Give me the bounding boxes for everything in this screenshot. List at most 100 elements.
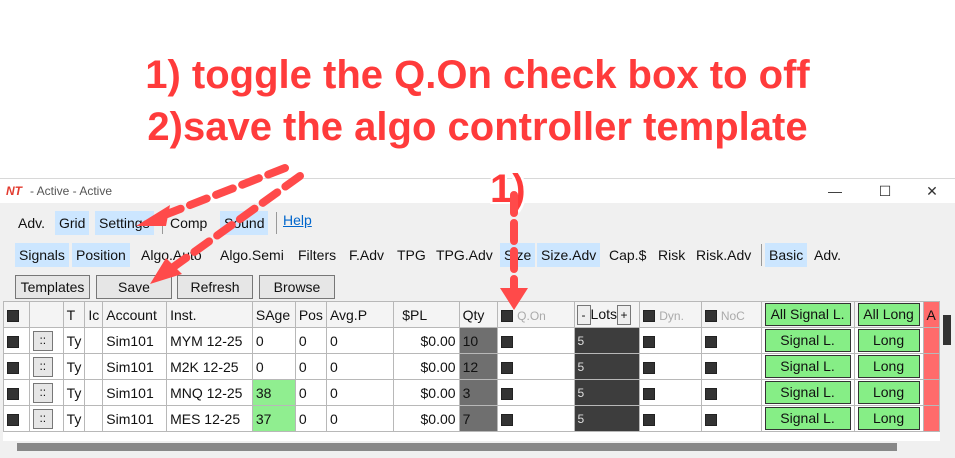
maximize-button[interactable]: ☐: [865, 180, 905, 202]
row-avg-p: 0: [325, 405, 395, 432]
dyn-all-checkbox[interactable]: [643, 309, 656, 322]
tab-algo-semi[interactable]: Algo.Semi: [216, 243, 288, 267]
row-lots-input[interactable]: 5: [573, 327, 641, 354]
tab-algo-auto[interactable]: Algo.Auto: [137, 243, 206, 267]
tab-size[interactable]: Size: [500, 243, 536, 267]
menu-separator: [162, 212, 163, 234]
header-noc[interactable]: NoC: [700, 301, 762, 328]
row-dyn-checkbox[interactable]: [639, 405, 702, 432]
save-button[interactable]: Save: [96, 275, 172, 299]
refresh-button[interactable]: Refresh: [177, 275, 253, 299]
all-signal-button[interactable]: All Signal L.: [764, 303, 851, 326]
row-drag-handle[interactable]: ::: [28, 379, 64, 406]
row-noc-checkbox[interactable]: [700, 353, 762, 380]
row-noc-checkbox[interactable]: [700, 405, 762, 432]
row-signal-button[interactable]: Signal L.: [764, 407, 851, 430]
row-qty[interactable]: 12: [458, 353, 499, 380]
row-noc-checkbox[interactable]: [700, 379, 762, 406]
header-t[interactable]: T: [62, 301, 86, 328]
row-qty[interactable]: 7: [458, 405, 499, 432]
vertical-scroll-thumb[interactable]: [943, 315, 951, 345]
row-qty[interactable]: 10: [458, 327, 499, 354]
menu-settings[interactable]: Settings: [95, 211, 154, 235]
instrument-grid: T Ic Account Inst. SAge Pos Avg.P $PL Qt…: [3, 301, 940, 441]
row-signal-button[interactable]: Signal L.: [764, 381, 851, 404]
header-all-a[interactable]: A: [922, 301, 940, 328]
noc-all-checkbox[interactable]: [704, 309, 717, 322]
menu-adv[interactable]: Adv.: [14, 211, 49, 235]
row-qty[interactable]: 3: [458, 379, 499, 406]
menu-sound[interactable]: Sound: [220, 211, 269, 235]
header-q-on[interactable]: Q.On: [497, 301, 575, 328]
tab-risk[interactable]: Risk: [654, 243, 689, 267]
close-button[interactable]: ✕: [912, 180, 952, 202]
row-q-on-checkbox[interactable]: [497, 405, 575, 432]
app-logo-icon: NT: [6, 184, 22, 198]
row-noc-checkbox[interactable]: [700, 327, 762, 354]
row-dyn-checkbox[interactable]: [639, 327, 702, 354]
row-long-button[interactable]: Long: [857, 355, 920, 378]
lots-minus-button[interactable]: -: [576, 304, 591, 325]
header-avg-p[interactable]: Avg.P: [325, 301, 395, 328]
row-a-cell[interactable]: [922, 405, 940, 432]
row-select-checkbox[interactable]: [3, 353, 30, 380]
header-sage[interactable]: SAge: [251, 301, 296, 328]
tab-risk-adv[interactable]: Risk.Adv: [692, 243, 755, 267]
row-a-cell[interactable]: [922, 353, 940, 380]
row-lots-input[interactable]: 5: [573, 379, 641, 406]
minimize-button[interactable]: —: [815, 180, 855, 202]
row-a-cell[interactable]: [922, 327, 940, 354]
row-select-checkbox[interactable]: [3, 405, 30, 432]
menu-grid[interactable]: Grid: [55, 211, 90, 235]
row-type: Ty: [62, 353, 86, 380]
tab-basic[interactable]: Basic: [765, 243, 808, 267]
row-dyn-checkbox[interactable]: [639, 379, 702, 406]
row-lots-input[interactable]: 5: [573, 353, 641, 380]
templates-button[interactable]: Templates: [15, 275, 90, 299]
row-q-on-checkbox[interactable]: [497, 327, 575, 354]
row-select-checkbox[interactable]: [3, 379, 30, 406]
tab-tpg[interactable]: TPG: [393, 243, 430, 267]
row-lots-input[interactable]: 5: [573, 405, 641, 432]
menu-help-link[interactable]: Help: [279, 208, 316, 232]
browse-button[interactable]: Browse: [259, 275, 335, 299]
header-inst[interactable]: Inst.: [166, 301, 253, 328]
row-signal-button[interactable]: Signal L.: [764, 355, 851, 378]
select-all-checkbox[interactable]: [3, 301, 30, 328]
tab-signals[interactable]: Signals: [15, 243, 69, 267]
vertical-scrollbar[interactable]: [940, 301, 954, 441]
q-on-all-checkbox[interactable]: [501, 309, 514, 322]
header-account[interactable]: Account: [102, 301, 168, 328]
header-pl[interactable]: $PL: [393, 301, 460, 328]
row-q-on-checkbox[interactable]: [497, 353, 575, 380]
header-ic[interactable]: Ic: [84, 301, 104, 328]
tab-filters[interactable]: Filters: [294, 243, 340, 267]
lots-plus-button[interactable]: +: [617, 304, 631, 325]
tab-position[interactable]: Position: [72, 243, 130, 267]
tab-f-adv[interactable]: F.Adv: [345, 243, 388, 267]
row-signal-button[interactable]: Signal L.: [764, 329, 851, 352]
tab-cap[interactable]: Cap.$: [605, 243, 650, 267]
tab-size-adv[interactable]: Size.Adv: [537, 243, 601, 267]
tab-adv[interactable]: Adv.: [810, 243, 845, 267]
tab-tpg-adv[interactable]: TPG.Adv: [432, 243, 497, 267]
row-drag-handle[interactable]: ::: [28, 405, 64, 432]
header-qty[interactable]: Qty: [458, 301, 499, 328]
row-a-cell[interactable]: [922, 379, 940, 406]
row-long-button[interactable]: Long: [857, 407, 920, 430]
header-dyn[interactable]: Dyn.: [639, 301, 702, 328]
row-long-button[interactable]: Long: [857, 381, 920, 404]
all-long-button[interactable]: All Long: [857, 303, 920, 326]
horizontal-scroll-thumb[interactable]: [17, 443, 897, 451]
row-long-button[interactable]: Long: [857, 329, 920, 352]
row-dyn-checkbox[interactable]: [639, 353, 702, 380]
menu-comp[interactable]: Comp: [166, 211, 211, 235]
header-lots-label: Lots: [590, 305, 617, 322]
header-all-signal: All Signal L.: [760, 301, 855, 328]
header-pos[interactable]: Pos: [294, 301, 327, 328]
row-select-checkbox[interactable]: [3, 327, 30, 354]
row-q-on-checkbox[interactable]: [497, 379, 575, 406]
row-drag-handle[interactable]: ::: [28, 353, 64, 380]
horizontal-scrollbar[interactable]: [3, 441, 955, 453]
row-drag-handle[interactable]: ::: [28, 327, 64, 354]
